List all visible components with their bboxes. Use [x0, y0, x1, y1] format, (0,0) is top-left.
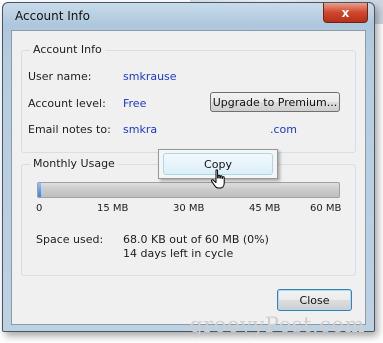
days-left-value: 14 days left in cycle: [123, 247, 234, 260]
dialog-body: Account Info User name: smkrause Account…: [11, 30, 366, 325]
window-title: Account Info: [15, 9, 90, 23]
close-button[interactable]: Close: [277, 289, 352, 311]
window-close-button[interactable]: x: [323, 3, 368, 23]
tick-label: 0: [36, 203, 43, 214]
username-value: smkrause: [123, 70, 177, 83]
email-value-end[interactable]: .com: [270, 123, 297, 136]
account-level-label: Account level:: [28, 97, 106, 110]
upgrade-premium-button[interactable]: Upgrade to Premium...: [210, 92, 340, 112]
account-level-value: Free: [123, 97, 147, 110]
watermark: groovyPost.com: [189, 313, 365, 337]
tick-label: 15 MB: [97, 203, 129, 214]
space-used-value: 68.0 KB out of 60 MB (0%): [123, 233, 269, 246]
screen: Account Info x Account Info User name: s…: [0, 0, 383, 343]
tick-label: 45 MB: [249, 203, 281, 214]
monthly-usage-group-label: Monthly Usage: [30, 157, 118, 170]
account-info-group-label: Account Info: [30, 43, 105, 56]
close-icon: x: [341, 5, 350, 20]
usage-progress-bar: [37, 182, 340, 198]
tick-label: 30 MB: [173, 203, 205, 214]
title-bar[interactable]: Account Info x: [3, 3, 374, 30]
email-notes-label: Email notes to:: [28, 123, 111, 136]
space-used-label: Space used:: [36, 233, 104, 246]
email-value-start[interactable]: smkra: [123, 123, 157, 136]
usage-progress-fill: [38, 183, 41, 197]
username-label: User name:: [28, 70, 92, 83]
account-info-window: Account Info x Account Info User name: s…: [2, 2, 375, 332]
hand-pointer-icon: [210, 169, 225, 189]
tick-label: 60 MB: [310, 203, 342, 214]
